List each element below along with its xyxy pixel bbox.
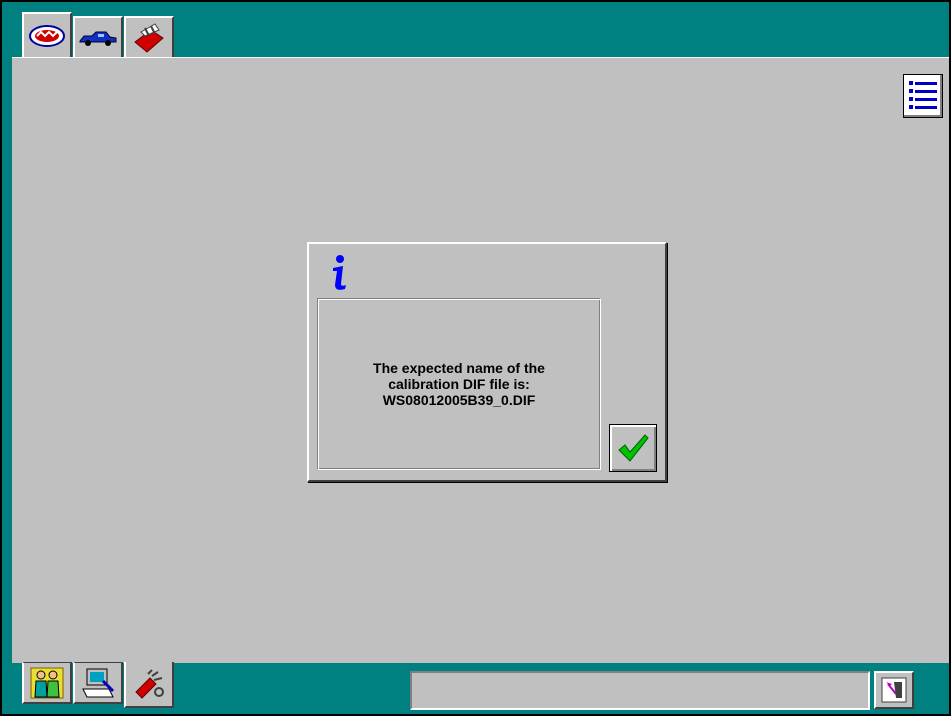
message-line: calibration DIF file is: <box>388 376 530 392</box>
tab-vehicle[interactable] <box>73 16 123 58</box>
message-line: The expected name of the <box>373 360 545 376</box>
toolbox-icon <box>134 22 164 53</box>
message-line: WS08012005B39_0.DIF <box>382 392 536 408</box>
people-icon <box>30 667 64 698</box>
vehicle-icon <box>79 31 117 46</box>
tab-users[interactable] <box>22 662 72 704</box>
bottom-tab-strip <box>22 662 175 708</box>
computer-icon <box>82 668 115 697</box>
tab-computer[interactable] <box>73 662 123 704</box>
message-box: The expected name of the calibration DIF… <box>317 298 601 470</box>
list-icon <box>909 81 937 109</box>
ok-button[interactable] <box>609 424 657 472</box>
status-field <box>410 671 870 710</box>
main-panel: The expected name of the calibration DIF… <box>12 57 951 663</box>
top-tab-strip <box>22 12 175 58</box>
list-menu-button[interactable] <box>903 74 943 118</box>
cursor-pointer-icon <box>881 677 907 703</box>
message-text: The expected name of the calibration DIF… <box>349 360 569 408</box>
wds-logo-icon <box>29 25 65 47</box>
tab-tools[interactable] <box>124 662 174 708</box>
tab-toolbox[interactable] <box>124 16 174 58</box>
checkmark-icon <box>618 434 649 462</box>
pointer-button[interactable] <box>874 671 914 709</box>
tab-wds[interactable] <box>22 12 72 58</box>
info-dialog: The expected name of the calibration DIF… <box>307 242 667 482</box>
info-icon <box>333 255 346 290</box>
tools-icon <box>135 669 164 699</box>
